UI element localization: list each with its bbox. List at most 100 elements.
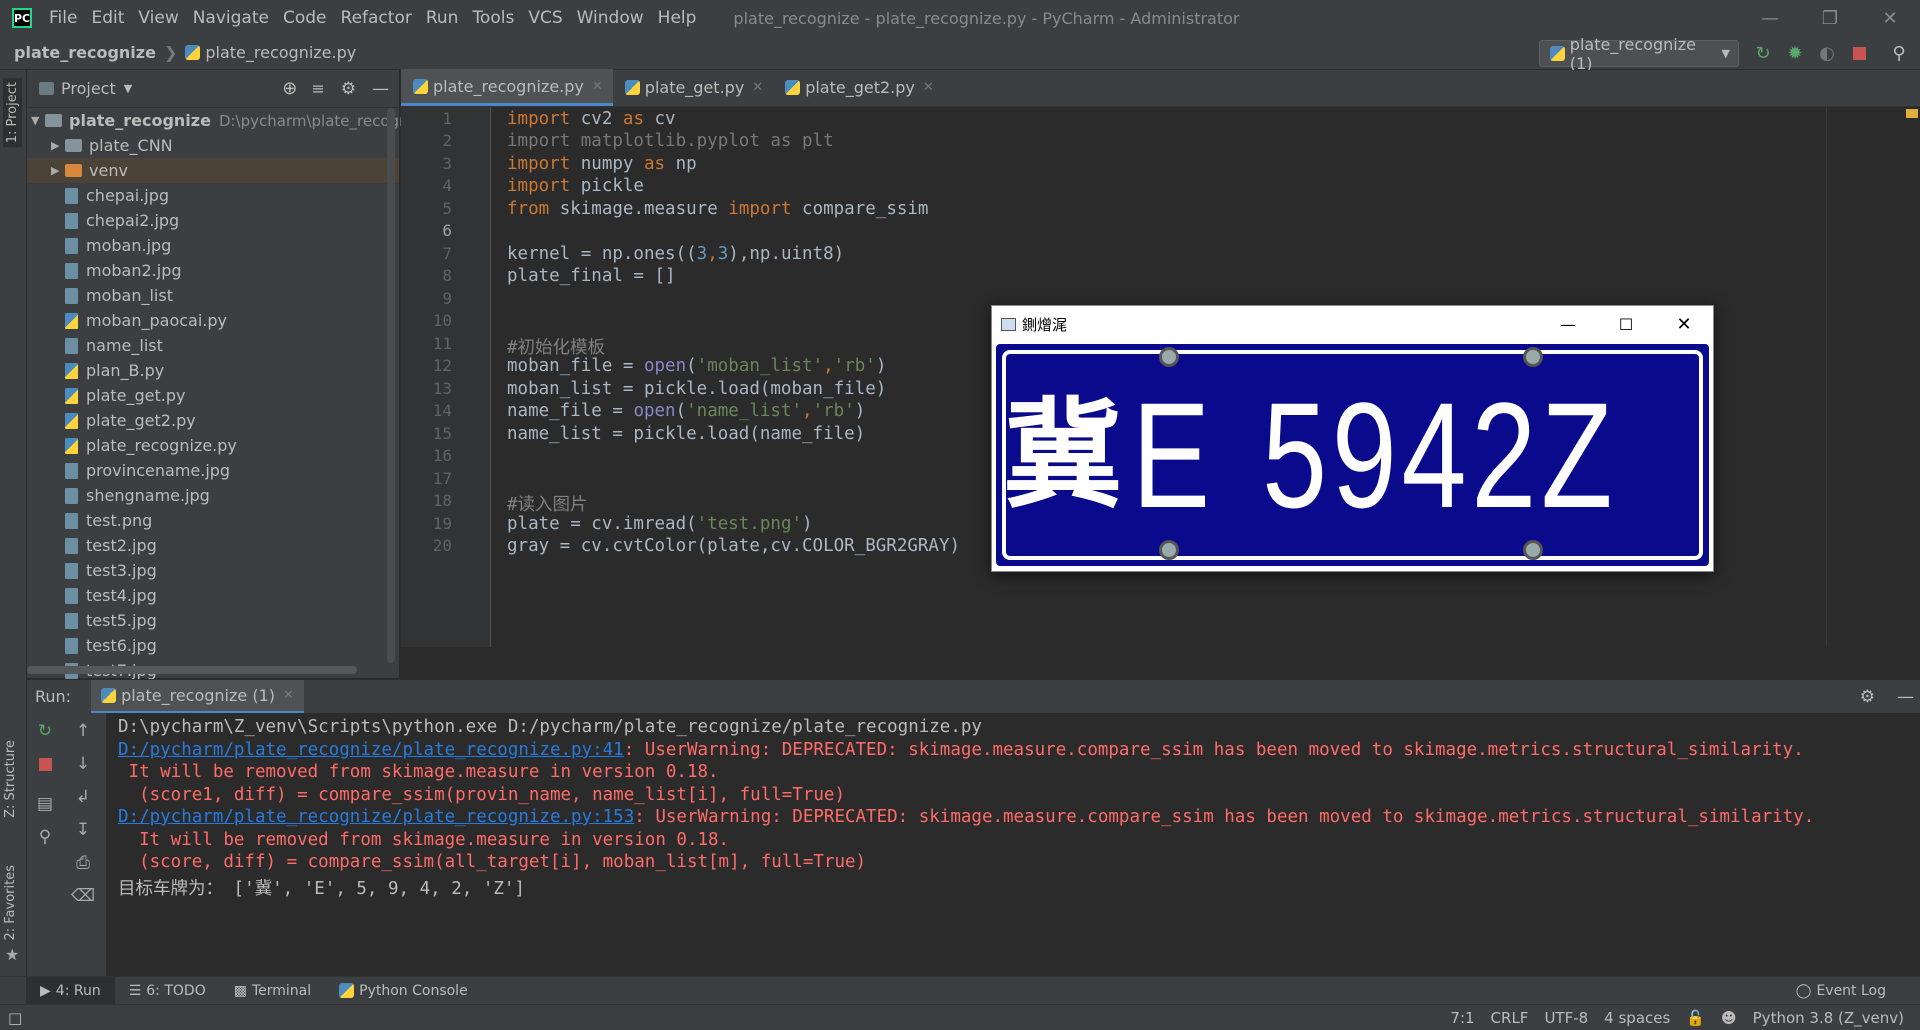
menu-edit[interactable]: Edit <box>84 0 131 36</box>
tree-folder-plate-cnn[interactable]: ▶ plate_CNN <box>51 133 173 158</box>
soft-wrap-icon[interactable]: ↲ <box>68 782 98 812</box>
restore-button[interactable]: ❐ <box>1800 0 1860 36</box>
tree-file[interactable]: test4.jpg <box>65 583 157 608</box>
menu-window[interactable]: Window <box>570 0 651 36</box>
panel-toggle-icon[interactable]: □ <box>8 1009 22 1027</box>
lock-icon[interactable]: 🔓 <box>1678 1009 1713 1027</box>
tab-plate-get2[interactable]: plate_get2.py ✕ <box>773 69 944 106</box>
tab-plate-recognize[interactable]: plate_recognize.py ✕ <box>401 69 613 106</box>
scroll-to-end-icon[interactable]: ↧ <box>68 815 98 845</box>
status-encoding[interactable]: UTF-8 <box>1536 1009 1596 1027</box>
coverage-icon[interactable]: ◐ <box>1814 40 1840 66</box>
tree-file[interactable]: moban_list <box>65 283 173 308</box>
tree-file[interactable]: test5.jpg <box>65 608 157 633</box>
image-preview-window[interactable]: 鍘熷浘 — ☐ ✕ 冀 E 5942Z <box>991 305 1714 572</box>
locate-icon[interactable]: ⊕ <box>282 78 297 99</box>
close-window-button[interactable]: ✕ <box>1860 0 1920 36</box>
warning-indicator-icon[interactable] <box>1906 109 1918 118</box>
collapse-all-icon[interactable]: ≡ <box>311 79 324 98</box>
close-tab-icon[interactable]: ✕ <box>752 80 763 95</box>
menu-code[interactable]: Code <box>276 0 334 36</box>
image-window-titlebar[interactable]: 鍘熷浘 — ☐ ✕ <box>992 306 1713 343</box>
tree-file[interactable]: moban.jpg <box>65 233 171 258</box>
vertical-scrollbar[interactable] <box>387 108 395 663</box>
menu-file[interactable]: File <box>42 0 84 36</box>
tool-todo[interactable]: ☰ 6: TODO <box>115 977 220 1005</box>
tab-favorites-tool[interactable]: 2: Favorites <box>3 865 18 941</box>
tab-structure-tool[interactable]: Z: Structure <box>3 740 18 818</box>
close-icon[interactable]: ✕ <box>1655 314 1713 335</box>
run-console[interactable]: D:\pycharm\Z_venv\Scripts\python.exe D:/… <box>107 713 1920 976</box>
menu-run[interactable]: Run <box>419 0 466 36</box>
tool-terminal[interactable]: ▩ Terminal <box>220 977 325 1005</box>
minimize-icon[interactable]: — <box>1539 315 1597 334</box>
menu-vcs[interactable]: VCS <box>521 0 569 36</box>
tab-plate-get[interactable]: plate_get.py ✕ <box>613 69 773 106</box>
close-tab-icon[interactable]: ✕ <box>592 79 603 94</box>
pin-icon[interactable]: ⚲ <box>30 822 60 852</box>
status-interpreter[interactable]: Python 3.8 (Z_venv) <box>1745 1009 1912 1027</box>
tree-file[interactable]: test.png <box>65 508 152 533</box>
arrow-down-icon[interactable]: ↓ <box>68 749 98 779</box>
tree-file[interactable]: chepai.jpg <box>65 183 169 208</box>
tree-file[interactable]: plan_B.py <box>65 358 164 383</box>
stop-icon[interactable] <box>1846 40 1872 66</box>
console-file-link[interactable]: D:/pycharm/plate_recognize/plate_recogni… <box>118 807 634 827</box>
tool-event-log[interactable]: ◯ Event Log <box>1782 977 1900 1005</box>
tab-project-tool[interactable]: 1: Project <box>3 78 22 148</box>
arrow-up-icon[interactable]: ↑ <box>68 716 98 746</box>
hide-panel-icon[interactable]: — <box>1897 687 1914 707</box>
rerun-icon[interactable]: ↻ <box>30 716 60 746</box>
file-label: moban.jpg <box>86 236 172 255</box>
menu-tools[interactable]: Tools <box>465 0 521 36</box>
stop-icon[interactable] <box>30 749 60 779</box>
rerun-icon[interactable]: ↻ <box>1750 40 1776 66</box>
tree-file[interactable]: test2.jpg <box>65 533 157 558</box>
status-line-separator[interactable]: CRLF <box>1483 1009 1537 1027</box>
trash-icon[interactable]: ⌫ <box>68 881 98 911</box>
close-tab-icon[interactable]: ✕ <box>923 80 934 95</box>
tree-file[interactable]: provincename.jpg <box>65 458 230 483</box>
menu-refactor[interactable]: Refactor <box>334 0 419 36</box>
layout-icon[interactable]: ▤ <box>30 789 60 819</box>
tree-file[interactable]: plate_get.py <box>65 383 186 408</box>
inspector-icon[interactable]: ☻ <box>1713 1009 1745 1027</box>
tree-file[interactable]: shengname.jpg <box>65 483 210 508</box>
print-icon[interactable]: ⎙ <box>68 848 98 878</box>
breadcrumb-project[interactable]: plate_recognize <box>14 43 156 62</box>
error-stripe[interactable] <box>1900 107 1920 647</box>
status-indent[interactable]: 4 spaces <box>1596 1009 1678 1027</box>
tree-root[interactable]: ▼ plate_recognize D:\pycharm\plate_recog… <box>31 108 430 133</box>
tree-folder-venv[interactable]: ▶ venv <box>27 158 399 183</box>
run-configuration-dropdown[interactable]: plate_recognize (1) ▼ <box>1539 35 1739 73</box>
maximize-icon[interactable]: ☐ <box>1597 315 1655 334</box>
menu-view[interactable]: View <box>131 0 185 36</box>
gear-icon[interactable]: ⚙ <box>1860 687 1875 707</box>
hide-panel-icon[interactable]: — <box>372 79 389 99</box>
tree-file[interactable]: name_list <box>65 333 163 358</box>
minimize-button[interactable]: — <box>1740 0 1800 36</box>
gear-icon[interactable]: ⚙ <box>341 79 356 99</box>
project-view-selector[interactable]: Project <box>61 79 116 98</box>
search-icon[interactable]: ⚲ <box>1886 40 1912 66</box>
run-tab[interactable]: plate_recognize (1) ✕ <box>91 679 304 714</box>
debug-icon[interactable]: ✹ <box>1782 40 1808 66</box>
tree-file[interactable]: moban_paocai.py <box>65 308 227 333</box>
status-caret-position[interactable]: 7:1 <box>1442 1009 1482 1027</box>
tree-file[interactable]: test6.jpg <box>65 633 157 658</box>
tree-file[interactable]: plate_recognize.py <box>65 433 237 458</box>
breadcrumb-file[interactable]: plate_recognize.py <box>185 43 356 62</box>
chevron-down-icon[interactable]: ▼ <box>124 82 132 95</box>
menu-help[interactable]: Help <box>651 0 704 36</box>
close-tab-icon[interactable]: ✕ <box>283 688 294 703</box>
tree-file[interactable]: moban2.jpg <box>65 258 182 283</box>
tree-file[interactable]: test3.jpg <box>65 558 157 583</box>
event-log-icon: ◯ <box>1795 982 1812 999</box>
menu-navigate[interactable]: Navigate <box>186 0 276 36</box>
console-file-link[interactable]: D:/pycharm/plate_recognize/plate_recogni… <box>118 740 624 760</box>
tree-file[interactable]: chepai2.jpg <box>65 208 179 233</box>
tool-python-console[interactable]: Python Console <box>325 977 482 1005</box>
tree-file[interactable]: plate_get2.py <box>65 408 196 433</box>
horizontal-scrollbar[interactable] <box>27 666 357 674</box>
tool-run[interactable]: ▶ 4: Run <box>26 976 115 1005</box>
